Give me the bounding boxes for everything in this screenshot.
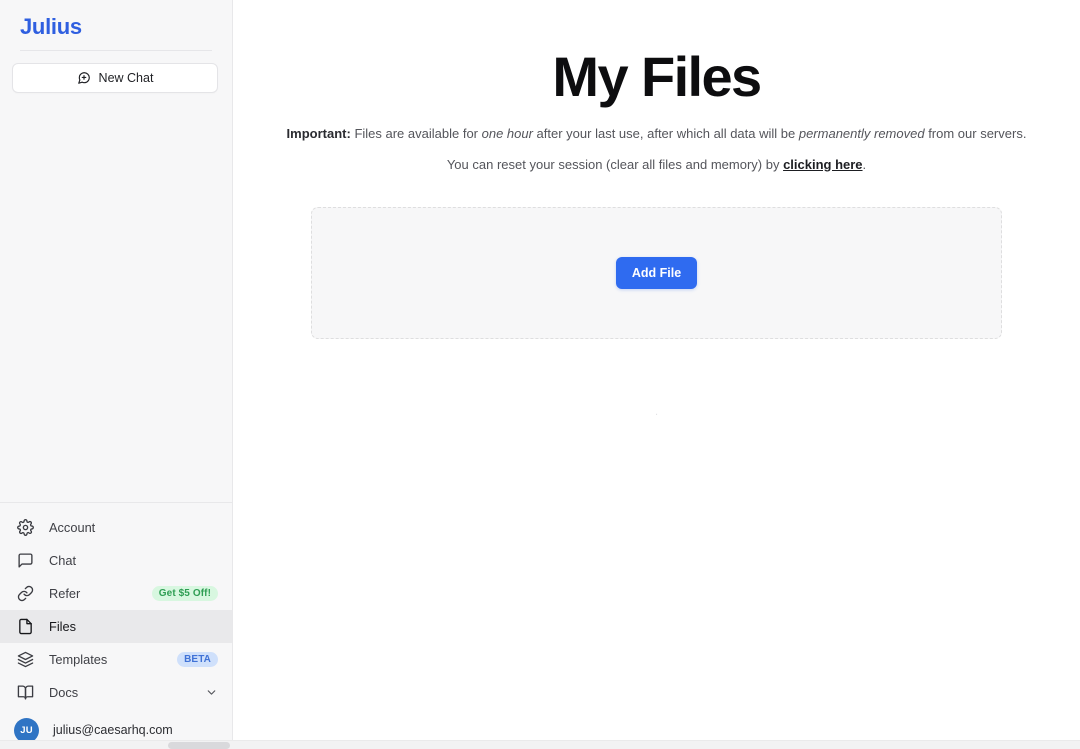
- brand-divider: [20, 50, 212, 51]
- sidebar-item-templates[interactable]: Templates BETA: [0, 643, 232, 676]
- notice-part-2: after your last use, after which all dat…: [532, 125, 799, 141]
- sidebar: Julius New Chat Account Chat Refer Get $…: [0, 0, 233, 749]
- important-notice: Important: Files are available for one h…: [233, 125, 1080, 144]
- sidebar-item-label: Files: [49, 619, 77, 634]
- message-square-plus-icon: [77, 71, 91, 85]
- gear-icon: [16, 519, 34, 537]
- sidebar-item-label: Templates: [49, 652, 108, 667]
- reset-notice-prefix: You can reset your session (clear all fi…: [446, 156, 784, 172]
- refer-badge: Get $5 Off!: [151, 586, 218, 601]
- sidebar-item-label: Refer: [49, 586, 81, 601]
- brand-logo[interactable]: Julius: [0, 0, 232, 50]
- notice-part-1: Files are available for: [350, 125, 482, 141]
- chevron-down-icon[interactable]: [205, 686, 218, 699]
- app-root: Julius New Chat Account Chat Refer Get $…: [0, 0, 1080, 749]
- sidebar-chat-list-empty: [0, 93, 232, 502]
- message-square-icon: [16, 552, 34, 570]
- templates-beta-badge: BETA: [177, 652, 218, 667]
- sidebar-item-docs[interactable]: Docs: [0, 676, 232, 709]
- book-open-icon: [16, 684, 34, 702]
- sidebar-item-label: Account: [49, 520, 96, 535]
- add-file-button[interactable]: Add File: [615, 256, 698, 289]
- main-content: My Files Important: Files are available …: [233, 0, 1080, 749]
- files-page: My Files Important: Files are available …: [233, 0, 1080, 419]
- horizontal-scrollbar[interactable]: [0, 740, 1080, 749]
- reset-notice-suffix: .: [862, 156, 867, 172]
- notice-em-one-hour: one hour: [481, 125, 533, 141]
- file-icon: [16, 618, 34, 636]
- clicking-here-link[interactable]: clicking here: [783, 157, 862, 172]
- link-icon: [16, 585, 34, 603]
- notice-em-permanently-removed: permanently removed: [798, 125, 925, 141]
- avatar: JU: [14, 717, 39, 743]
- horizontal-scrollbar-thumb[interactable]: [168, 742, 230, 749]
- sidebar-item-files[interactable]: Files: [0, 610, 232, 643]
- sidebar-nav: Account Chat Refer Get $5 Off! Files Tem…: [0, 502, 232, 749]
- new-chat-label: New Chat: [98, 71, 154, 85]
- sidebar-header: Julius New Chat: [0, 0, 232, 93]
- new-chat-button[interactable]: New Chat: [12, 63, 218, 93]
- sidebar-item-account[interactable]: Account: [0, 511, 232, 544]
- notice-part-3: from our servers.: [924, 125, 1027, 141]
- file-dropzone[interactable]: Add File: [311, 206, 1002, 339]
- important-label: Important:: [286, 125, 351, 141]
- sidebar-item-label: Chat: [49, 553, 77, 568]
- sidebar-item-label: Docs: [49, 685, 79, 700]
- layers-icon: [16, 651, 34, 669]
- page-title: My Files: [552, 45, 762, 108]
- footer-dot: .: [654, 405, 659, 418]
- reset-session-notice: You can reset your session (clear all fi…: [233, 157, 1080, 172]
- user-email: julius@caesarhq.com: [53, 723, 173, 737]
- sidebar-item-chat[interactable]: Chat: [0, 544, 232, 577]
- sidebar-item-refer[interactable]: Refer Get $5 Off!: [0, 577, 232, 610]
